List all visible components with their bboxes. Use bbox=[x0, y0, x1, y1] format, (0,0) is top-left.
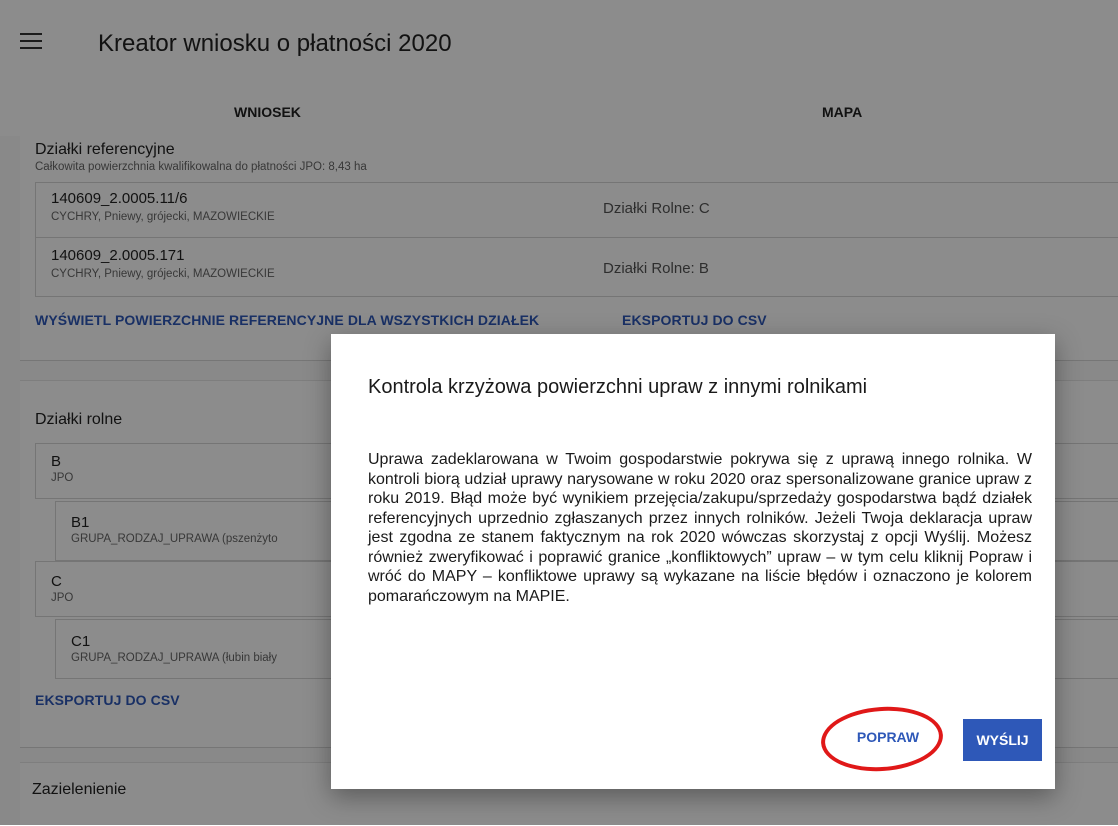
wyslij-button[interactable]: WYŚLIJ bbox=[963, 719, 1042, 761]
dialog-title: Kontrola krzyżowa powierzchni upraw z in… bbox=[368, 376, 868, 398]
cross-check-dialog: Kontrola krzyżowa powierzchni upraw z in… bbox=[331, 334, 1055, 789]
dialog-message: Uprawa zadeklarowana w Twoim gospodarstw… bbox=[368, 451, 1032, 605]
popraw-button[interactable]: POPRAW bbox=[843, 720, 933, 754]
